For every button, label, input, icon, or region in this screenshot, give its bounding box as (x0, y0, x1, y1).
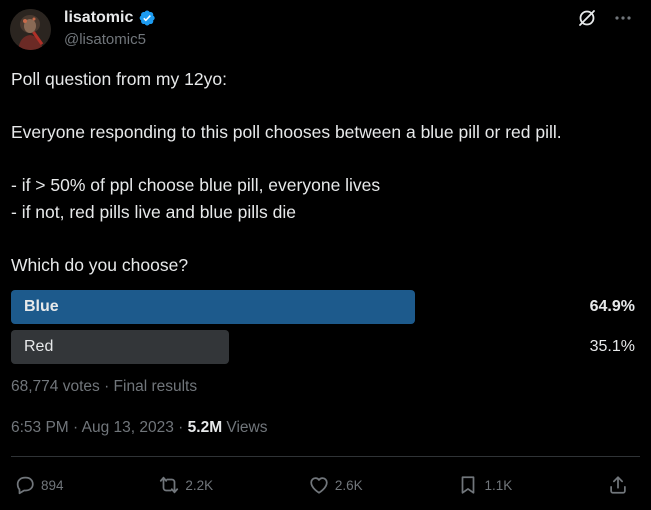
poll-option-percent: 64.9% (589, 298, 635, 315)
bookmark-button[interactable]: 1.1K (457, 474, 512, 496)
poll: Blue 64.9% Red 35.1% (11, 290, 635, 370)
verified-badge-icon (138, 9, 156, 27)
display-name[interactable]: lisatomic (64, 9, 133, 27)
grok-icon[interactable] (577, 8, 597, 28)
timestamp-row: 6:53 PM · Aug 13, 2023 · 5.2M Views (11, 419, 267, 437)
bookmark-icon (462, 476, 475, 494)
poll-bar-blue (11, 290, 415, 324)
like-button[interactable]: 2.6K (308, 474, 363, 496)
timestamp[interactable]: 6:53 PM · Aug 13, 2023 · (11, 419, 188, 436)
avatar[interactable] (10, 9, 51, 50)
repost-button[interactable]: 2.2K (158, 474, 213, 496)
like-count: 2.6K (334, 477, 363, 493)
top-actions (577, 8, 633, 28)
like-icon (310, 477, 328, 494)
more-icon[interactable] (613, 8, 633, 28)
poll-results-meta: 68,774 votes · Final results (11, 378, 198, 395)
tweet: lisatomic @lisatomic5 Poll question from… (0, 0, 651, 510)
reply-icon (16, 476, 34, 495)
bookmark-count: 1.1K (484, 477, 513, 493)
repost-count: 2.2K (185, 477, 214, 493)
tweet-text: Poll question from my 12yo: Everyone res… (11, 69, 562, 275)
handle[interactable]: @lisatomic5 (64, 31, 156, 48)
poll-option-label: Red (24, 338, 54, 355)
repost-icon (160, 476, 179, 494)
poll-option-label: Blue (24, 298, 59, 315)
reply-count: 894 (41, 477, 64, 493)
reply-button[interactable]: 894 (14, 474, 64, 496)
share-button[interactable] (607, 474, 629, 496)
author-info: lisatomic @lisatomic5 (64, 8, 156, 48)
share-icon (610, 476, 626, 494)
poll-option-blue[interactable]: Blue 64.9% (11, 290, 635, 324)
action-bar: 894 2.2K 2.6K 1.1K (14, 472, 629, 498)
views-count: 5.2M (187, 419, 223, 436)
views-label: Views (222, 419, 268, 436)
divider (11, 456, 640, 457)
poll-option-red[interactable]: Red 35.1% (11, 330, 635, 364)
poll-option-percent: 35.1% (589, 338, 635, 355)
